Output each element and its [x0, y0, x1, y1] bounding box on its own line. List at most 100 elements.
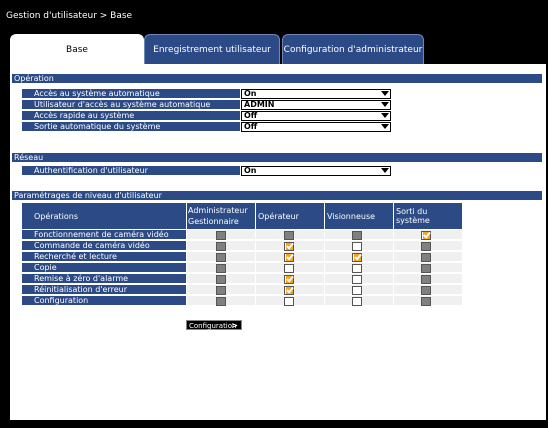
permission-checkbox — [216, 264, 226, 273]
select-value: ADMIN — [244, 100, 275, 109]
permission-cell-operateur — [256, 274, 324, 284]
permission-checkbox — [216, 275, 226, 284]
permission-checkbox — [216, 242, 226, 251]
dropdown-arrow-icon — [381, 124, 389, 129]
authentification-select[interactable]: On — [241, 166, 391, 176]
permission-checkbox[interactable] — [284, 285, 294, 295]
acces-automatique-select[interactable]: On — [241, 89, 391, 99]
permission-checkbox — [421, 297, 431, 306]
row-label: Sortie automatique du système — [22, 122, 240, 132]
checkmark-icon — [423, 230, 431, 239]
row-affichage-label: Affichage d'image de caméra vidéo — [34, 320, 177, 329]
permission-checkbox — [284, 231, 294, 240]
permission-checkbox — [216, 231, 226, 240]
permission-row-label: Remise à zéro d'alarme — [22, 274, 186, 284]
section-parametrages: Paramétrages de niveau d'utilisateur — [12, 191, 542, 200]
checkmark-icon — [354, 252, 362, 261]
permission-cell-administrateur — [187, 285, 255, 295]
checkmark-stroke — [286, 241, 294, 250]
permission-checkbox — [421, 275, 431, 284]
bottom-strip — [0, 420, 548, 428]
section-operation: Opération — [12, 74, 542, 83]
acces-rapide-select[interactable]: Off — [241, 111, 391, 121]
select-value: Off — [244, 111, 258, 120]
configuration-button[interactable]: Configuration > — [186, 320, 242, 330]
permission-checkbox[interactable] — [421, 230, 431, 240]
permission-cell-sorti — [394, 252, 462, 262]
row-acces-automatique: Accès au système automatique On — [22, 89, 542, 99]
permission-cell-sorti — [394, 263, 462, 273]
permission-cell-visionneuse — [325, 230, 393, 240]
permission-row-label: Configuration — [22, 296, 186, 306]
permission-checkbox[interactable] — [352, 264, 362, 273]
checkmark-stroke — [423, 230, 431, 239]
permission-checkbox[interactable] — [352, 286, 362, 295]
header-admin-line2: Gestionnaire — [188, 217, 239, 226]
permission-cell-visionneuse — [325, 285, 393, 295]
permission-checkbox[interactable] — [352, 297, 362, 306]
permission-checkbox[interactable] — [284, 274, 294, 284]
permission-checkbox[interactable] — [352, 252, 362, 262]
header-administrateur: Administrateur Gestionnaire — [187, 203, 255, 229]
row-utilisateur-acces-automatique: Utilisateur d'accès au système automatiq… — [22, 100, 542, 110]
permission-row-label: Commande de caméra vidéo — [22, 241, 186, 251]
permission-cell-visionneuse — [325, 274, 393, 284]
checkmark-stroke — [286, 274, 294, 283]
header-operations: Opérations — [22, 203, 186, 229]
row-sortie-automatique: Sortie automatique du système Off — [22, 122, 542, 132]
permission-cell-visionneuse — [325, 296, 393, 306]
select-value: Off — [244, 122, 258, 131]
sortie-automatique-select[interactable]: Off — [241, 122, 391, 132]
permission-cell-sorti — [394, 274, 462, 284]
checkmark-icon — [286, 274, 294, 283]
permission-cell-operateur — [256, 241, 324, 251]
permission-checkbox[interactable] — [284, 241, 294, 251]
permission-cell-operateur — [256, 296, 324, 306]
permission-cell-sorti — [394, 230, 462, 240]
dropdown-arrow-icon — [381, 113, 389, 118]
permission-cell-visionneuse — [325, 252, 393, 262]
permission-checkbox — [216, 297, 226, 306]
tab-enregistrement-utilisateur[interactable]: Enregistrement utilisateur — [144, 34, 280, 64]
permission-cell-administrateur — [187, 263, 255, 273]
window-title: Gestion d'utilisateur > Base — [6, 11, 133, 21]
checkmark-stroke — [286, 285, 294, 294]
checkmark-stroke — [286, 252, 294, 261]
permission-row-label: Réinitialisation d'erreur — [22, 285, 186, 295]
permission-row-label: Recherché et lecture — [22, 252, 186, 262]
select-value: On — [244, 166, 257, 175]
permission-checkbox[interactable] — [352, 275, 362, 284]
permission-checkbox — [421, 253, 431, 262]
permission-cell-administrateur — [187, 230, 255, 240]
chevron-right-icon: > — [231, 321, 238, 330]
select-value: On — [244, 89, 257, 98]
permission-checkbox[interactable] — [352, 242, 362, 251]
header-operateur: Opérateur — [256, 203, 324, 229]
dropdown-arrow-icon — [381, 91, 389, 96]
permission-cell-visionneuse — [325, 241, 393, 251]
permission-checkbox[interactable] — [284, 297, 294, 306]
permission-checkbox — [421, 286, 431, 295]
permission-checkbox[interactable] — [284, 252, 294, 262]
header-sorti: Sorti du système — [394, 203, 462, 229]
permission-cell-administrateur — [187, 252, 255, 262]
permission-checkbox — [421, 242, 431, 251]
row-label: Authentification d'utilisateur — [22, 166, 240, 176]
permission-row-label: Fonctionnement de caméra vidéo — [22, 230, 186, 240]
section-reseau: Réseau — [12, 153, 542, 162]
permission-row-label: Copie — [22, 263, 186, 273]
row-label: Utilisateur d'accès au système automatiq… — [22, 100, 240, 110]
permission-cell-administrateur — [187, 296, 255, 306]
permission-cell-operateur — [256, 285, 324, 295]
permission-checkbox — [216, 286, 226, 295]
tab-configuration-administrateur[interactable]: Configuration d'administrateur — [282, 34, 424, 64]
permission-checkbox[interactable] — [284, 264, 294, 273]
title-bar: Gestion d'utilisateur > Base — [0, 0, 548, 32]
utilisateur-acces-select[interactable]: ADMIN — [241, 100, 391, 110]
row-authentification: Authentification d'utilisateur On — [22, 166, 542, 176]
permission-cell-administrateur — [187, 241, 255, 251]
permission-cell-administrateur — [187, 274, 255, 284]
permission-cell-operateur — [256, 230, 324, 240]
checkmark-icon — [286, 252, 294, 261]
tab-base[interactable]: Base — [10, 34, 144, 65]
